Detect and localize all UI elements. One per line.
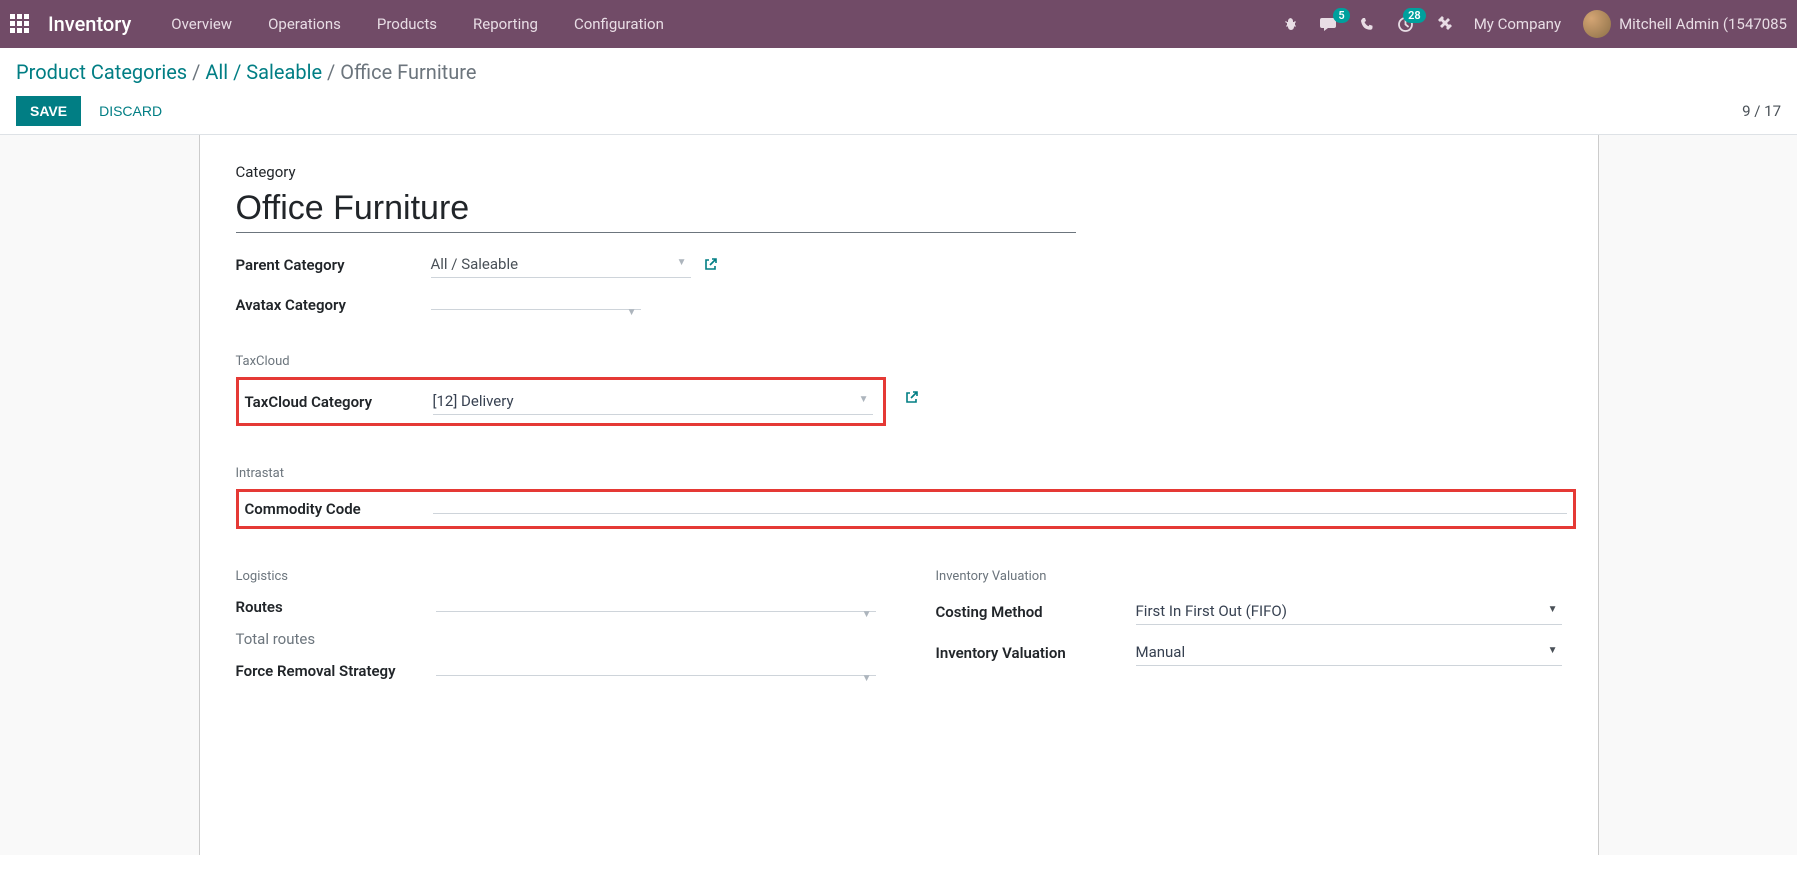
inventory-valuation-select[interactable]: Manual ▼ <box>1136 639 1562 666</box>
chevron-down-icon: ▼ <box>1548 604 1558 615</box>
nav-reporting[interactable]: Reporting <box>473 15 538 33</box>
app-name[interactable]: Inventory <box>48 12 131 36</box>
external-link-icon[interactable] <box>904 390 919 405</box>
breadcrumb: Product Categories / All / Saleable / Of… <box>16 60 1781 84</box>
control-panel: Product Categories / All / Saleable / Of… <box>0 48 1797 135</box>
phone-icon[interactable] <box>1360 17 1375 32</box>
user-menu[interactable]: Mitchell Admin (1547085 <box>1583 10 1787 38</box>
messages-icon[interactable]: 5 <box>1320 16 1338 32</box>
force-removal-field[interactable]: ▼ <box>436 667 876 676</box>
avatax-category-label: Avatax Category <box>236 296 431 314</box>
costing-method-select[interactable]: First In First Out (FIFO) ▼ <box>1136 598 1562 625</box>
chevron-down-icon: ▼ <box>627 307 637 318</box>
taxcloud-category-label: TaxCloud Category <box>245 393 433 411</box>
inventory-valuation-section-title: Inventory Valuation <box>936 569 1562 584</box>
chevron-down-icon: ▼ <box>677 257 687 268</box>
chevron-down-icon: ▼ <box>862 673 872 684</box>
force-removal-label: Force Removal Strategy <box>236 662 436 680</box>
apps-icon[interactable] <box>10 14 30 34</box>
tools-icon[interactable] <box>1436 16 1452 32</box>
taxcloud-section-title: TaxCloud <box>236 354 1562 369</box>
company-switcher[interactable]: My Company <box>1474 15 1561 33</box>
activities-badge: 28 <box>1403 8 1426 23</box>
chevron-down-icon: ▼ <box>1548 645 1558 656</box>
total-routes-label: Total routes <box>236 630 436 648</box>
nav-products[interactable]: Products <box>377 15 437 33</box>
main-nav: Overview Operations Products Reporting C… <box>171 15 664 33</box>
category-label: Category <box>236 163 1562 181</box>
breadcrumb-path[interactable]: All / Saleable <box>205 60 322 84</box>
nav-configuration[interactable]: Configuration <box>574 15 664 33</box>
messages-badge: 5 <box>1333 8 1349 23</box>
pager[interactable]: 9 / 17 <box>1742 102 1781 120</box>
inventory-valuation-label: Inventory Valuation <box>936 644 1136 662</box>
topbar: Inventory Overview Operations Products R… <box>0 0 1797 48</box>
user-name: Mitchell Admin (1547085 <box>1619 15 1787 33</box>
activities-icon[interactable]: 28 <box>1397 16 1414 33</box>
nav-operations[interactable]: Operations <box>268 15 341 33</box>
commodity-row-highlight: Commodity Code <box>236 489 1576 529</box>
taxcloud-row-highlight: TaxCloud Category [12] Delivery ▼ <box>236 377 886 426</box>
parent-category-field[interactable]: All / Saleable ▼ <box>431 251 691 278</box>
nav-overview[interactable]: Overview <box>171 15 232 33</box>
avatar <box>1583 10 1611 38</box>
discard-button[interactable]: DISCARD <box>99 103 162 119</box>
costing-method-label: Costing Method <box>936 603 1136 621</box>
avatax-category-field[interactable]: ▼ <box>431 301 641 310</box>
breadcrumb-root[interactable]: Product Categories <box>16 60 187 84</box>
intrastat-section-title: Intrastat <box>236 466 1562 481</box>
parent-category-label: Parent Category <box>236 256 431 274</box>
systray: 5 28 My Company Mitchell Admin (1547085 <box>1282 10 1787 38</box>
form-sheet: Category Parent Category All / Saleable … <box>199 135 1599 855</box>
external-link-icon[interactable] <box>703 257 718 272</box>
taxcloud-category-field[interactable]: [12] Delivery ▼ <box>433 388 873 415</box>
breadcrumb-current: Office Furniture <box>340 60 476 84</box>
commodity-code-label: Commodity Code <box>245 500 433 518</box>
category-name-input[interactable] <box>236 187 1076 233</box>
chevron-down-icon: ▼ <box>862 609 872 620</box>
commodity-code-field[interactable] <box>433 505 1567 514</box>
save-button[interactable]: SAVE <box>16 96 81 126</box>
routes-label: Routes <box>236 598 436 616</box>
chevron-down-icon: ▼ <box>859 394 869 405</box>
bug-icon[interactable] <box>1282 16 1298 32</box>
logistics-section-title: Logistics <box>236 569 876 584</box>
routes-field[interactable]: ▼ <box>436 603 876 612</box>
